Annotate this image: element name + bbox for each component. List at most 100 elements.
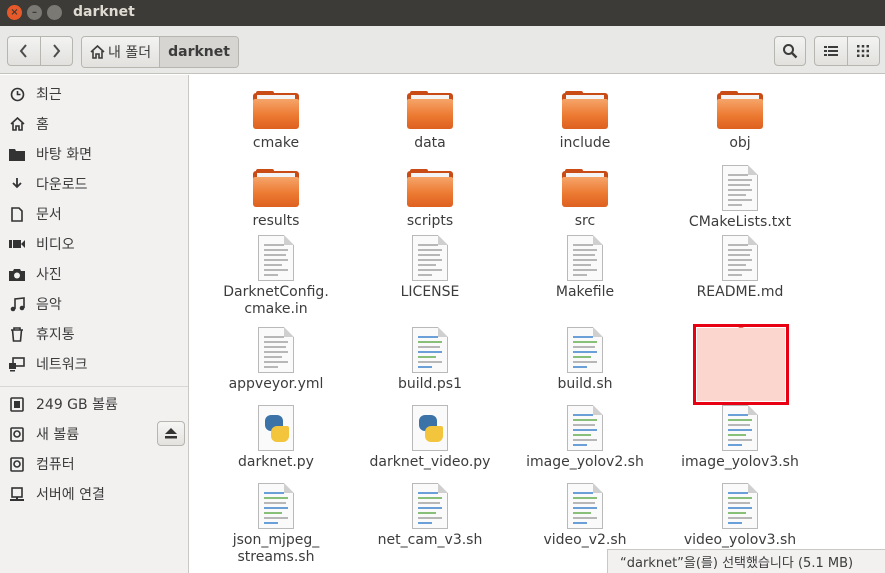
sidebar-item-music[interactable]: 음악 [0, 290, 188, 318]
folder-icon [407, 169, 453, 207]
chevron-right-icon [53, 44, 61, 58]
sidebar-item-pictures[interactable]: 사진 [0, 260, 188, 288]
file-name: src [510, 213, 660, 230]
file-name: video_v2.sh [510, 532, 660, 549]
file-item[interactable]: darknet.py [201, 405, 351, 471]
title-bar: × – darknet [0, 0, 885, 26]
sidebar-item-computer[interactable]: 컴퓨터 [0, 450, 188, 478]
breadcrumb-home[interactable]: 내 폴더 [82, 37, 160, 67]
file-name: data [355, 135, 505, 152]
file-item[interactable]: video_yolov3.sh [665, 483, 815, 549]
file-item[interactable]: obj [665, 87, 815, 152]
sidebar-item-home[interactable]: 홈 [0, 110, 188, 138]
file-name: net_cam_v3.sh [355, 532, 505, 549]
file-name: darknet.py [201, 454, 351, 471]
file-name: scripts [355, 213, 505, 230]
file-item[interactable]: LICENSE [355, 235, 505, 301]
folder-icon [562, 169, 608, 207]
file-name: video_yolov3.sh [665, 532, 815, 549]
list-view-button[interactable] [815, 37, 847, 65]
grid-view-button[interactable] [846, 37, 879, 65]
sidebar-item-label: 문서 [36, 207, 62, 223]
drive-icon [9, 426, 25, 442]
sidebar-item-label: 음악 [36, 297, 62, 313]
search-icon [783, 44, 798, 59]
sidebar-item-recent[interactable]: 최근 [0, 80, 188, 108]
eject-icon [165, 428, 177, 439]
folder-icon [717, 91, 763, 129]
sidebar-item-documents[interactable]: 문서 [0, 200, 188, 228]
back-button[interactable] [8, 37, 40, 65]
script-file-icon [722, 405, 758, 451]
sidebar-item-videos[interactable]: 비디오 [0, 230, 188, 258]
sidebar-item-connect-server[interactable]: 서버에 연결 [0, 480, 188, 508]
sidebar-item-label: 네트워크 [36, 357, 88, 373]
file-item[interactable]: cmake [201, 87, 351, 152]
file-item[interactable]: build.ps1 [355, 327, 505, 393]
file-name-line: appveyor.yml [228, 376, 324, 392]
file-item[interactable]: build.sh [510, 327, 660, 393]
file-name: json_mjpeg_ streams.sh [201, 532, 351, 566]
file-item[interactable]: appveyor.yml [201, 327, 351, 393]
file-item[interactable]: include [510, 87, 660, 152]
sidebar-item-volume-249gb[interactable]: 249 GB 볼륨 [0, 390, 188, 418]
sidebar-item-label: 사진 [36, 267, 62, 283]
drive-icon [9, 456, 25, 472]
file-item[interactable]: Makefile [510, 235, 660, 301]
music-icon [9, 296, 25, 312]
sidebar-item-trash[interactable]: 휴지통 [0, 320, 188, 348]
text-file-icon [722, 235, 758, 281]
script-file-icon [722, 483, 758, 529]
eject-button[interactable] [157, 421, 185, 446]
folder-icon [407, 91, 453, 129]
file-name-line: video_v2.sh [543, 532, 627, 548]
document-icon [9, 206, 25, 222]
file-item[interactable]: scripts [355, 165, 505, 230]
python-file-icon [258, 405, 294, 451]
file-item[interactable]: image_yolov2.sh [510, 405, 660, 471]
forward-button[interactable] [39, 37, 72, 65]
folder-icon [562, 91, 608, 129]
file-item[interactable]: results [201, 165, 351, 230]
file-name-line: data [414, 135, 446, 151]
file-name-line: net_cam_v3.sh [377, 532, 483, 548]
sidebar-item-desktop[interactable]: 바탕 화면 [0, 140, 188, 168]
selection-outline [693, 324, 789, 405]
file-item[interactable]: net_cam_v3.sh [355, 483, 505, 549]
script-file-icon [567, 405, 603, 451]
file-name-line: README.md [696, 284, 784, 300]
sidebar-item-label: 249 GB 볼륨 [36, 397, 118, 413]
script-file-icon [412, 483, 448, 529]
file-name: build.ps1 [355, 376, 505, 393]
file-item[interactable]: src [510, 165, 660, 230]
file-item[interactable]: CMakeLists.txt [665, 165, 815, 231]
file-name-line: image_yolov2.sh [526, 454, 644, 470]
file-item[interactable]: DarknetConfig. cmake.in [201, 235, 351, 318]
file-name: results [201, 213, 351, 230]
breadcrumb-current-label: darknet [168, 44, 230, 60]
file-name-line: results [252, 213, 300, 229]
file-item[interactable]: json_mjpeg_ streams.sh [201, 483, 351, 566]
file-name-line: Makefile [555, 284, 615, 300]
file-item[interactable]: data [355, 87, 505, 152]
sidebar-item-label: 비디오 [36, 237, 75, 253]
file-item[interactable]: video_v2.sh [510, 483, 660, 549]
file-name-line: video_yolov3.sh [683, 532, 797, 548]
file-name-line: DarknetConfig. [223, 284, 329, 300]
text-file-icon [412, 235, 448, 281]
sidebar-item-downloads[interactable]: 다운로드 [0, 170, 188, 198]
file-name-line: build.ps1 [398, 376, 462, 392]
grid-view-icon [857, 45, 870, 57]
close-window-button[interactable]: × [7, 5, 22, 20]
file-name-line: streams.sh [237, 549, 315, 565]
file-item[interactable]: README.md [665, 235, 815, 301]
maximize-window-button[interactable] [47, 5, 62, 20]
sidebar-item-network[interactable]: 네트워크 [0, 350, 188, 378]
file-item[interactable]: image_yolov3.sh [665, 405, 815, 471]
search-button[interactable] [774, 36, 806, 66]
sidebar-item-label: 최근 [36, 87, 62, 103]
minimize-window-button[interactable]: – [27, 5, 42, 20]
chevron-left-icon [19, 44, 27, 58]
breadcrumb-current[interactable]: darknet [159, 37, 238, 67]
file-item[interactable]: darknet_video.py [355, 405, 505, 471]
